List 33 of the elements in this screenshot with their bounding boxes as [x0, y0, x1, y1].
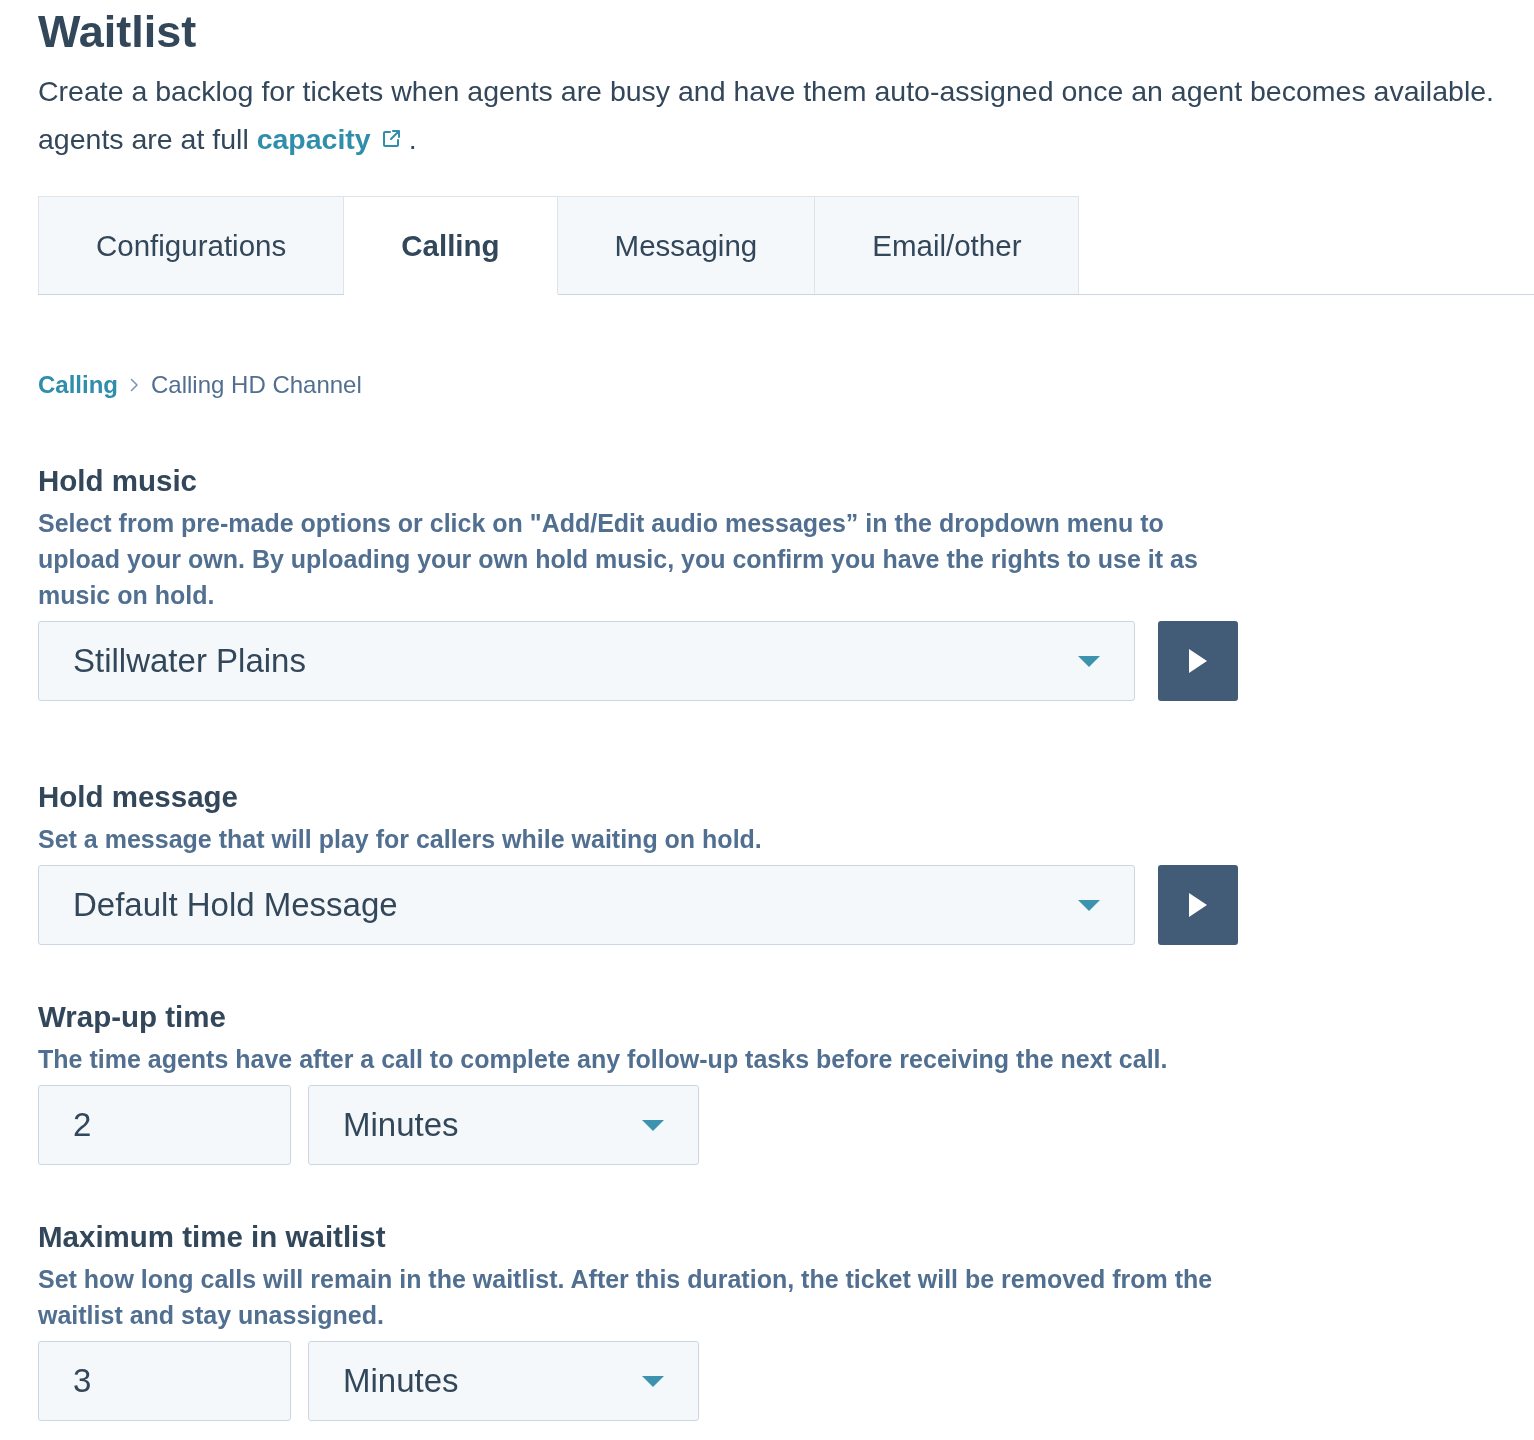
- breadcrumb-link[interactable]: Calling: [38, 370, 118, 400]
- number-input[interactable]: 3: [38, 1341, 291, 1421]
- number-input[interactable]: 2: [38, 1085, 291, 1165]
- play-icon: [1189, 893, 1207, 917]
- help-text: Set how long calls will remain in the waitlist. After this duration, the ticket will be removed from the waitlist and stay unassigned.: [38, 1264, 1214, 1331]
- tab[interactable]: Email/other: [815, 196, 1080, 294]
- help-text: The time agents have after a call to complete any follow-up tasks before receiving the next call.: [38, 1044, 1169, 1075]
- section-title: Hold message: [38, 779, 240, 815]
- unit-dropdown[interactable]: Minutes: [308, 1341, 699, 1421]
- tab[interactable]: Calling: [344, 196, 558, 294]
- play-button[interactable]: [1158, 621, 1238, 701]
- description-text: Create a backlog for tickets when agents are busy and have them auto-assigned once an agent becomes available. agents are at full capacity .: [38, 67, 1534, 163]
- caret-icon: [642, 1375, 664, 1387]
- select-dropdown[interactable]: Default Hold Message: [38, 865, 1135, 945]
- breadcrumb-current: Calling HD Channel: [151, 370, 362, 400]
- section-title: Hold music: [38, 463, 198, 499]
- caret-icon: [1078, 655, 1100, 667]
- caret-icon: [642, 1119, 664, 1131]
- external-link-icon: [380, 129, 401, 149]
- page-title: Waitlist: [38, 6, 198, 58]
- caret-icon: [1078, 899, 1100, 911]
- play-icon: [1189, 649, 1207, 673]
- select-dropdown[interactable]: Stillwater Plains: [38, 621, 1135, 701]
- help-text: Set a message that will play for callers while waiting on hold.: [38, 824, 763, 855]
- tab[interactable]: Configurations: [38, 196, 345, 294]
- play-button[interactable]: [1158, 865, 1238, 945]
- tab[interactable]: Messaging: [557, 196, 816, 294]
- capacity-link[interactable]: capacity: [256, 115, 401, 163]
- unit-dropdown[interactable]: Minutes: [308, 1085, 699, 1165]
- section-title: Maximum time in waitlist: [38, 1219, 387, 1255]
- help-text: Select from pre-made options or click on "Add/Edit audio messages” in the dropdown menu to upload your own. By uploading your own hold music, you confirm you have the rights to use it as music on hold.: [38, 508, 1199, 611]
- section-title: Wrap-up time: [38, 999, 227, 1035]
- chevron-icon: [130, 378, 139, 392]
